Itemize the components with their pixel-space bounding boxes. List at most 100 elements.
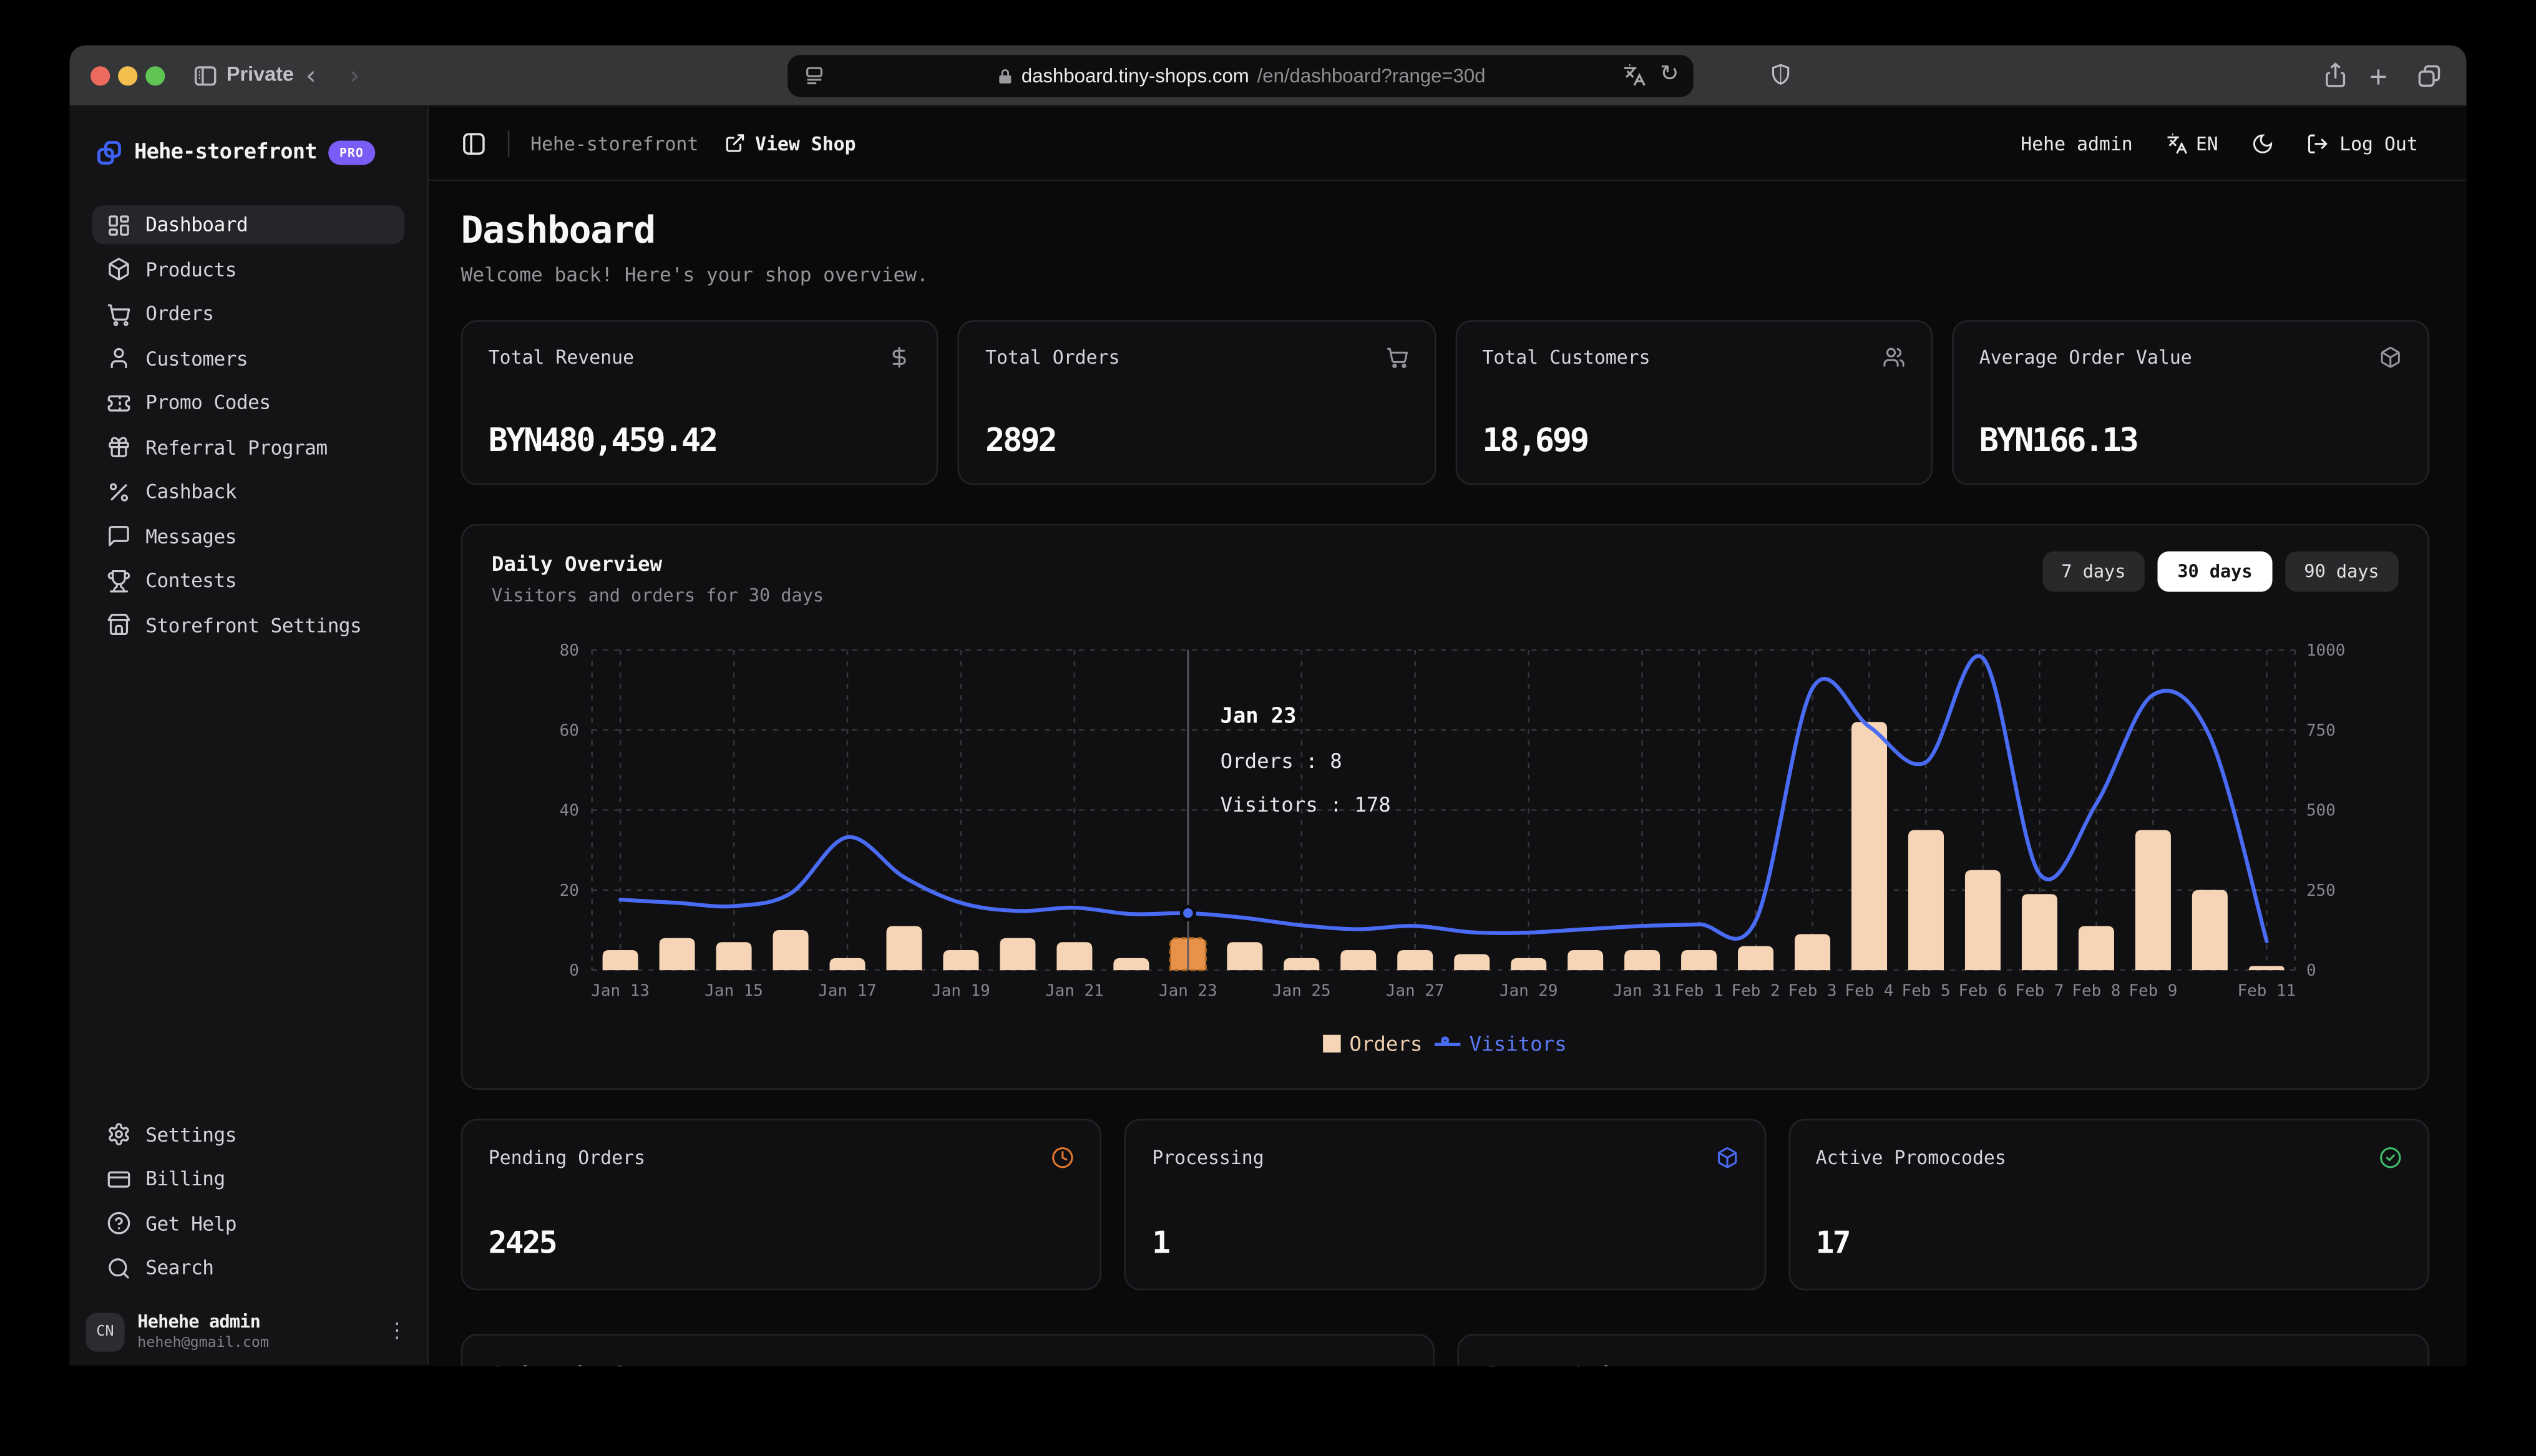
sidebar-item-promo-codes[interactable]: Promo Codes: [92, 383, 404, 422]
stat-value: BYN166.13: [1979, 420, 2137, 459]
translate-icon[interactable]: [1622, 62, 1647, 87]
logout-label: Log Out: [2339, 132, 2418, 154]
sidebar-item-label: Billing: [145, 1167, 225, 1190]
view-shop-link[interactable]: View Shop: [724, 132, 856, 154]
user-row[interactable]: CN Hehehe admin heheh@gmail.com ⋮: [85, 1311, 414, 1352]
sidebar-item-customers[interactable]: Customers: [92, 339, 404, 377]
stat-label: Total Customers: [1482, 346, 1650, 369]
svg-text:Jan 19: Jan 19: [932, 982, 990, 1001]
dashboard-page: Dashboard Welcome back! Here's your shop…: [429, 181, 2467, 1366]
zoom-window-button[interactable]: [145, 66, 165, 85]
reload-icon[interactable]: ↻: [1660, 61, 1679, 87]
minimize-window-button[interactable]: [118, 66, 137, 85]
shopping-cart-icon: [1385, 346, 1408, 369]
orders-by-status-card: Orders by Status: [461, 1334, 1434, 1366]
daily-overview-card: Daily Overview Visitors and orders for 3…: [461, 524, 2429, 1090]
sidebar-item-messages[interactable]: Messages: [92, 517, 404, 555]
svg-text:Jan 27: Jan 27: [1386, 982, 1445, 1001]
stat-value: 2892: [985, 420, 1055, 459]
sidebar-item-storefront-settings[interactable]: Storefront Settings: [92, 606, 404, 644]
percent-icon: [107, 479, 131, 503]
sidebar-footer: Settings Billing Get Help Search: [92, 1115, 404, 1287]
sidebar-item-label: Customers: [145, 347, 248, 369]
package-icon: [1715, 1147, 1738, 1169]
sidebar-item-settings[interactable]: Settings: [92, 1115, 404, 1153]
languages-icon: [2165, 132, 2188, 154]
panel-toggle-icon[interactable]: [461, 130, 487, 156]
sidebar-item-dashboard[interactable]: Dashboard: [92, 205, 404, 244]
sidebar-item-label: Settings: [145, 1123, 237, 1145]
svg-text:0: 0: [569, 961, 579, 980]
recent-orders-card: Recent Orders: [1456, 1334, 2429, 1366]
sidebar-item-get-help[interactable]: Get Help: [92, 1204, 404, 1243]
reader-icon[interactable]: [802, 63, 827, 95]
range-button-30-days[interactable]: 30 days: [2158, 551, 2271, 592]
svg-text:Jan 15: Jan 15: [705, 982, 763, 1001]
range-button-7-days[interactable]: 7 days: [2042, 551, 2145, 592]
users-icon: [1882, 346, 1904, 369]
svg-text:0: 0: [2306, 961, 2316, 980]
user-menu-icon[interactable]: ⋮: [380, 1319, 414, 1344]
forward-button[interactable]: ›: [349, 60, 360, 90]
chart-title: Daily Overview: [492, 551, 824, 576]
svg-text:750: 750: [2306, 721, 2336, 740]
sidebar-item-referral-program[interactable]: Referral Program: [92, 428, 404, 467]
sidebar-item-products[interactable]: Products: [92, 250, 404, 288]
svg-text:Feb 3: Feb 3: [1788, 982, 1837, 1001]
stat-card-total-revenue: Total RevenueBYN480,459.42: [461, 320, 939, 485]
stats-row: Total RevenueBYN480,459.42 Total Orders 28…: [461, 320, 2429, 485]
app-header: Hehe-storefront View Shop Hehe admin: [429, 107, 2467, 181]
sidebar-item-billing[interactable]: Billing: [92, 1159, 404, 1198]
avatar: CN: [85, 1312, 124, 1351]
browser-titlebar: Private ‹ › dashboard.tiny-shops.com/en/…: [69, 46, 2466, 107]
header-divider: [508, 130, 510, 156]
stat-card-average-order-value: Average Order Value BYN166.13: [1952, 320, 2429, 485]
language-switcher[interactable]: EN: [2165, 132, 2218, 154]
stat-label: Pending Orders: [489, 1147, 645, 1169]
private-window-label: Private: [227, 63, 294, 85]
stat-card-processing: Processing1: [1124, 1119, 1765, 1291]
dark-mode-icon[interactable]: [2251, 132, 2273, 154]
sidebar-item-contests[interactable]: Contests: [92, 561, 404, 599]
ticket-icon: [107, 391, 131, 415]
back-button[interactable]: ‹: [306, 60, 316, 90]
gift-icon: [107, 435, 131, 459]
sidebar-item-label: Get Help: [145, 1212, 237, 1235]
sidebar-item-cashback[interactable]: Cashback: [92, 472, 404, 511]
svg-text:60: 60: [560, 721, 579, 740]
svg-text:Feb 4: Feb 4: [1845, 982, 1894, 1001]
shield-icon[interactable]: [1769, 61, 1792, 87]
tab-overview-icon[interactable]: [2416, 63, 2442, 89]
stat-label: Total Orders: [985, 346, 1119, 369]
legend-orders: Orders: [1324, 1032, 1423, 1056]
sidebar-item-search[interactable]: Search: [92, 1248, 404, 1287]
user-name: Hehehe admin: [137, 1311, 269, 1332]
close-window-button[interactable]: [90, 66, 110, 85]
range-buttons: 7 days 30 days 90 days: [2042, 551, 2398, 592]
svg-text:Feb 1: Feb 1: [1675, 982, 1724, 1001]
brand-logo-icon: [95, 139, 123, 167]
browser-sidebar-toggle-icon[interactable]: [192, 63, 218, 89]
share-icon[interactable]: [2323, 61, 2348, 89]
url-path: /en/dashboard?range=30d: [1257, 65, 1486, 87]
clock-icon: [1052, 1147, 1075, 1169]
desktop: Private ‹ › dashboard.tiny-shops.com/en/…: [0, 0, 2536, 1456]
sidebar-item-label: Referral Program: [145, 435, 327, 458]
page-subtitle: Welcome back! Here's your shop overview.: [461, 263, 2429, 286]
breadcrumb[interactable]: Hehe-storefront: [530, 132, 698, 154]
address-bar[interactable]: dashboard.tiny-shops.com/en/dashboard?ra…: [788, 55, 1693, 97]
new-tab-icon[interactable]: +: [2369, 61, 2387, 97]
chart-plot: 02040608002505007501000Jan 13Jan 15Jan 1…: [492, 640, 2399, 1056]
trophy-icon: [107, 568, 131, 593]
legend-visitors-label: Visitors: [1470, 1032, 1567, 1056]
stat-label: Average Order Value: [1979, 346, 2192, 369]
svg-text:1000: 1000: [2306, 641, 2345, 660]
logout-button[interactable]: Log Out: [2306, 132, 2418, 154]
language-label: EN: [2196, 132, 2218, 154]
user-icon: [107, 346, 131, 371]
sidebar-item-orders[interactable]: Orders: [92, 294, 404, 333]
lock-icon: [995, 67, 1013, 85]
stat-value: BYN480,459.42: [489, 420, 716, 459]
brand: Hehe-storefront PRO: [92, 139, 404, 167]
range-button-90-days[interactable]: 90 days: [2285, 551, 2398, 592]
